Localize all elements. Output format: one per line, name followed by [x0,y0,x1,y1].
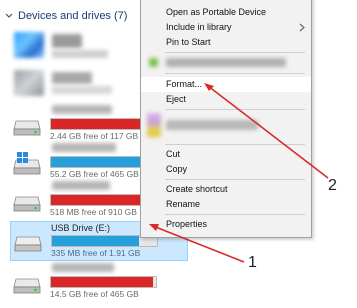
annotation-arrow-2 [207,85,329,179]
annotation-arrow-1 [152,225,245,263]
callout-1: 1 [248,254,257,271]
annotation-overlay [149,83,329,263]
annotation-arrowhead-1 [149,224,159,231]
callout-2: 2 [328,177,337,194]
explorer-window: Devices and drives (7) 2.44 GB free of 1… [0,0,357,308]
